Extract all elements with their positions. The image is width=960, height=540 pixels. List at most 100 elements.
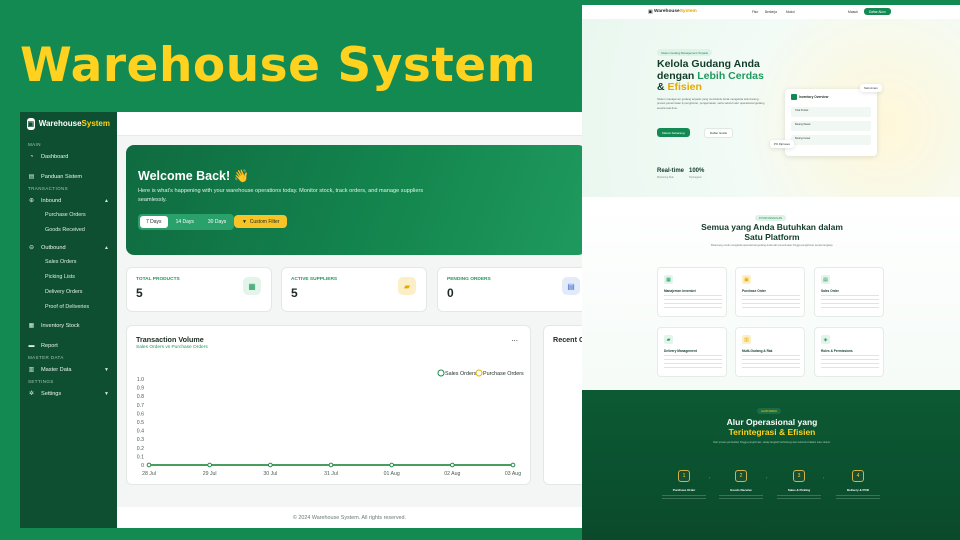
box-icon [791,94,797,100]
workflow-step: 2 Goods Receive [711,470,771,501]
data-point [510,462,516,468]
truck-icon: ▰ [664,335,673,344]
data-point [146,462,152,468]
sidebar-section-transactions: TRANSACTIONS [28,186,69,191]
sidebar-item-delivery-orders[interactable]: Delivery Orders [20,285,117,300]
login-link[interactable]: Masuk [848,10,858,14]
sidebar-item-master-data[interactable]: ▥ Master Data ▼ [20,362,117,377]
sidebar: ▣ WarehouseSystem MAIN ◔ Dashboard ▤ Pandu… [20,112,117,528]
workflow-title: Alur Operasional yang Terintegrasi & Efis… [726,417,818,437]
stat-card-active-suppliers: ACTIVE SUPPLIERS 5 ▰ [281,267,427,312]
range-7-days[interactable]: 7 Days [140,216,168,228]
transaction-volume-chart: 1.0 0.9 0.8 0.7 0.6 0.5 0.4 0.3 0.2 0.1 0 28 Jul 29 … [137,369,524,477]
feature-card[interactable]: ▣ Purchase Order [735,267,805,317]
y-tick-label: 0.3 [137,437,144,443]
boxes-icon: ▦ [664,275,673,284]
book-icon: ▤ [28,174,35,180]
register-button[interactable]: Daftar Akun [864,8,891,15]
data-point [207,462,212,468]
date-range-selector: 7 Days 14 Days 30 Days [138,214,235,230]
features-section: FITUR UNGGULAN Semua yang Anda Butuhkan … [582,197,960,390]
workflow-step: 4 Delivery & POD [828,470,888,501]
y-tick-label: 0.7 [137,403,144,409]
custom-filter-button[interactable]: ▼ Custom Filter [234,215,288,228]
hero-paragraph: Sistem manajemen gudang terpadu yang mem… [657,97,765,110]
inventory-overview-mockup: Inventory Overview Total Produk Barang M… [785,89,877,156]
top-bar [117,112,582,136]
truck-icon: ▰ [398,277,416,295]
workflow-section: ALUR KERJA Alur Operasional yang Terinteg… [582,390,960,540]
daftar-gratis-button[interactable]: Daftar Gratis [704,128,734,138]
x-tick-label: 01 Aug [384,471,400,477]
warehouse-icon: ▥ [742,335,751,344]
arrow-right-icon: › [823,475,825,480]
masuk-sekarang-button[interactable]: Masuk Sekarang [657,128,690,137]
sidebar-item-report[interactable]: ▬ Report [20,338,117,353]
y-tick-label: 1.0 [137,377,144,383]
sidebar-item-proof-of-deliveries[interactable]: Proof of Deliveries [20,300,117,315]
stat-card-total-products: TOTAL PRODUCTS 5 ▦ [126,267,272,312]
sidebar-item-dashboard[interactable]: ◔ Dashboard [20,149,117,164]
sidebar-section-settings: SETTINGS [28,379,54,384]
sidebar-item-picking-lists[interactable]: Picking Lists [20,270,117,285]
nav-link-fitur[interactable]: Fitur [752,10,758,14]
dashboard-screenshot: ▣ WarehouseSystem MAIN ◔ Dashboard ▤ Pandu… [20,112,582,528]
warehouse-logo-icon: ▣ [648,9,653,15]
hero-heading: Kelola Gudang Anda dengan Lebih Cerdas &… [657,58,764,93]
range-30-days[interactable]: 30 Days [202,216,232,228]
document-icon: ▤ [562,277,580,295]
feature-card[interactable]: ◈ Roles & Permissions [814,327,884,377]
dashboard-icon: ◔ [29,153,34,160]
warehouse-logo-icon: ▣ [27,117,35,130]
feature-card[interactable]: ▤ Sales Order [814,267,884,317]
features-text: Dirancang untuk mengelola operasional gu… [710,244,834,247]
sidebar-item-inbound[interactable]: ⊕ Inbound ▲ [20,193,117,208]
main-content: Welcome Back! 👋 Here is what's happening… [117,112,582,528]
feature-card[interactable]: ▰ Delivery Management [657,327,727,377]
nav-link-modul[interactable]: Modul [786,10,795,14]
inbound-icon: ⊕ [28,198,35,204]
welcome-text: Here is what's happening with your wareh… [138,188,424,203]
legend-label: Sales Orders [445,371,477,377]
feature-card[interactable]: ▦ Manajemen Inventori [657,267,727,317]
workflow-text: Dari proses pembelian hingga pengiriman,… [713,441,831,444]
x-tick-label: 29 Jul [203,471,217,477]
sidebar-item-settings[interactable]: ✲ Settings ▼ [20,386,117,401]
sidebar-item-outbound[interactable]: ⊖ Outbound ▲ [20,240,117,255]
outbound-icon: ⊖ [28,245,35,251]
range-14-days[interactable]: 14 Days [170,216,200,228]
folder-icon: ▬ [28,342,35,349]
legend-label: Purchase Orders [483,371,524,377]
nav-link-berkerja[interactable]: Berkerja [765,10,777,14]
hero-stat-percent: 100% [689,168,705,174]
hero-badge: Sistem Gudang Management Terpadu [657,49,713,56]
hero-stat-realtime: Real-time [657,168,685,174]
workflow-badge: ALUR KERJA [757,408,781,414]
workflow-step: 1 Purchase Order [654,470,714,501]
chevron-up-icon: ▲ [104,244,109,251]
floating-badge-stok: Stok Aman [860,84,882,92]
features-badge: FITUR UNGGULAN [755,215,787,221]
document-icon: ▤ [821,275,830,284]
feature-card[interactable]: ▥ Multi-Gudang & Rak [735,327,805,377]
y-tick-label: 0.8 [137,394,144,400]
sidebar-item-sales-orders[interactable]: Sales Orders [20,255,117,270]
recent-title: Recent C [553,335,582,344]
x-tick-label: 02 Aug [444,471,460,477]
landing-nav: ▣ WarehouseSystem Fitur Berkerja Modul M… [582,5,960,19]
landing-brand[interactable]: WarehouseSystem [654,9,697,14]
data-point [389,462,394,468]
sidebar-section-main: MAIN [28,142,41,147]
sidebar-item-panduan[interactable]: ▤ Panduan Sistem [20,169,117,184]
sidebar-item-goods-received[interactable]: Goods Received [20,223,117,238]
landing-page-screenshot: ▣ WarehouseSystem Fitur Berkerja Modul M… [582,5,960,540]
sidebar-item-purchase-orders[interactable]: Purchase Orders [20,208,117,223]
x-tick-label: 30 Jul [263,471,277,477]
sidebar-brand[interactable]: ▣ WarehouseSystem [20,112,117,135]
y-tick-label: 0.4 [137,429,144,435]
floating-badge-po: PO Diproses [770,140,794,148]
footer: © 2024 Warehouse System. All rights rese… [117,507,582,528]
sidebar-item-inventory-stock[interactable]: ▦ Inventory Stock [20,318,117,333]
x-tick-label: 03 Aug [505,471,521,477]
gear-icon: ✲ [28,391,35,397]
